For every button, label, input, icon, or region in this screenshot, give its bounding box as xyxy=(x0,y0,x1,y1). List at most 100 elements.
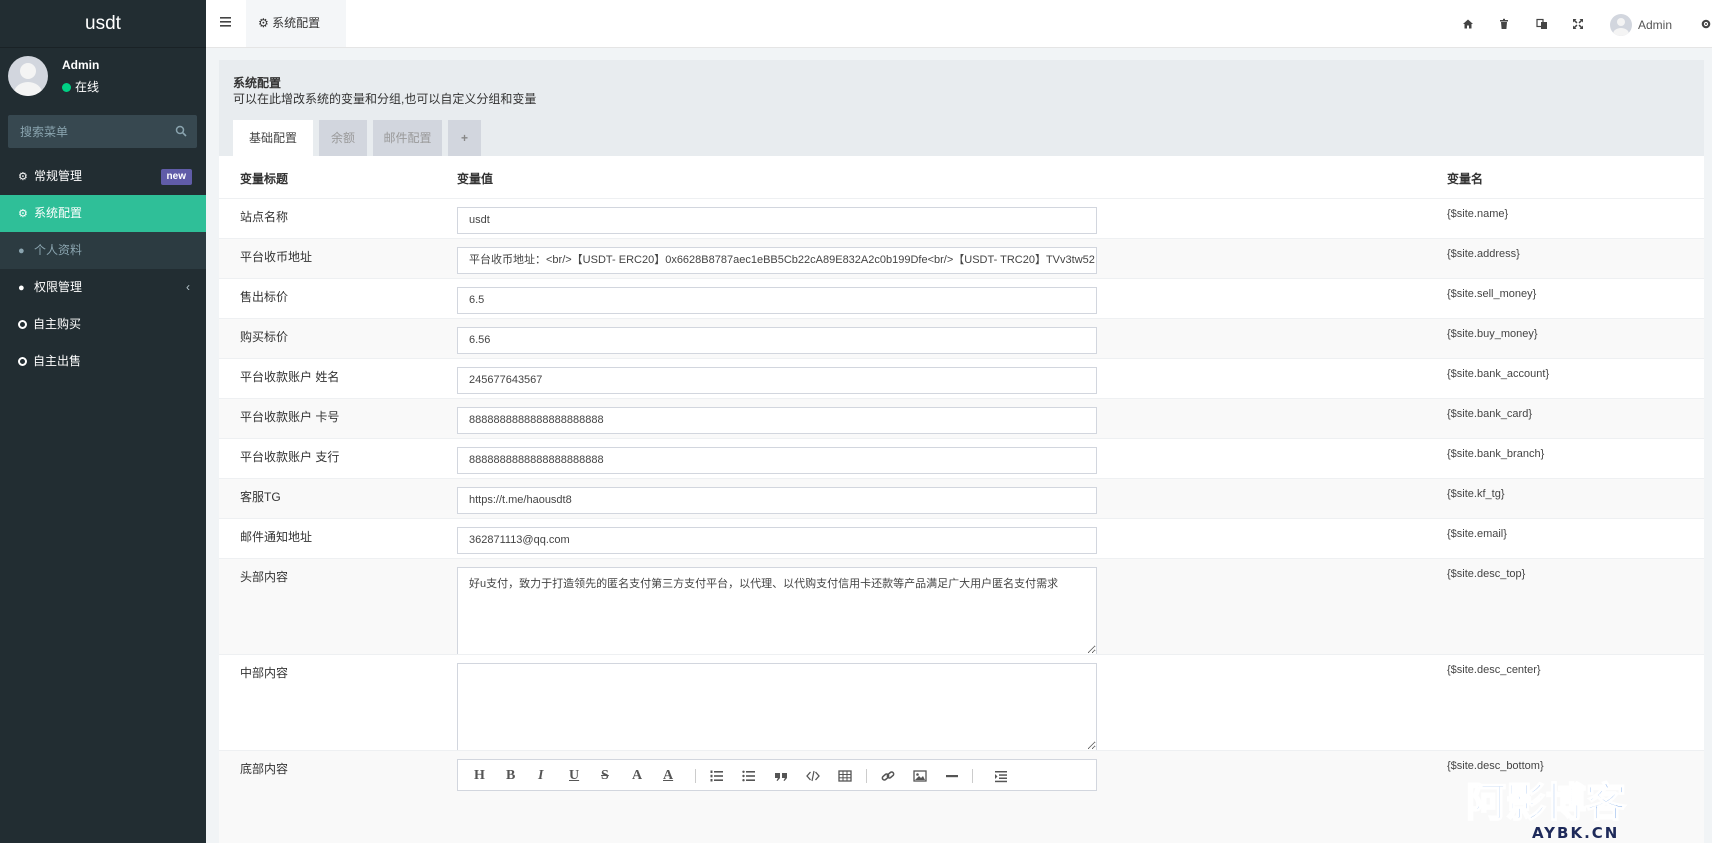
row-var-name: {$site.bank_account} xyxy=(1447,368,1550,380)
watermark-sub: AYBK.CN xyxy=(1532,824,1619,842)
row-label: 售出标价 xyxy=(240,290,289,304)
row-var-name: {$site.desc_center} xyxy=(1447,664,1541,676)
sidebar-item-self-sell[interactable]: 自主出售 xyxy=(0,343,206,380)
chevron-left-icon: ‹ xyxy=(186,280,190,294)
table-row: 头部内容 好u支付，致力于打造领先的匿名支付第三方支付平台，以代理、以代购支付信… xyxy=(219,558,1704,655)
underline-button[interactable]: U xyxy=(569,768,579,784)
table-row: 平台收款账户 卡号 8888888888888888888888 {$site.… xyxy=(219,398,1704,438)
language-icon[interactable] xyxy=(1536,18,1548,30)
top-user-name[interactable]: Admin xyxy=(1638,18,1672,32)
italic-button[interactable]: I xyxy=(538,768,543,784)
link-icon[interactable] xyxy=(881,769,895,783)
gears-icon: ⚙ xyxy=(18,171,28,183)
rich-editor-toolbar: H B I U S A A xyxy=(457,759,1097,791)
bank-account-input[interactable]: 245677643567 xyxy=(457,367,1097,394)
horizontal-rule-icon[interactable] xyxy=(945,769,959,783)
bold-button[interactable]: B xyxy=(506,768,515,784)
tab-basic-config[interactable]: 基础配置 xyxy=(233,120,313,156)
user-status-label: 在线 xyxy=(75,80,100,94)
gear-icon: ⚙ xyxy=(258,16,273,30)
sidebar-item-permissions[interactable]: ● 权限管理 ‹ xyxy=(0,269,206,306)
strikethrough-button[interactable]: S xyxy=(601,768,609,784)
toolbar-divider xyxy=(972,769,973,783)
header-value: 变量值 xyxy=(457,172,494,186)
site-address-input[interactable]: 平台收币地址：<br/>【USDT- ERC20】0x6628B8787aec1… xyxy=(457,247,1097,274)
tab-system-config[interactable]: ⚙ 系统配置 xyxy=(246,0,346,47)
row-label: 站点名称 xyxy=(240,210,289,224)
unordered-list-icon[interactable] xyxy=(742,769,756,783)
circle-icon xyxy=(18,320,27,329)
desc-top-textarea[interactable]: 好u支付，致力于打造领先的匿名支付第三方支付平台，以代理、以代购支付信用卡还款等… xyxy=(457,567,1097,655)
search-icon[interactable] xyxy=(175,125,187,137)
toolbar-divider xyxy=(695,769,696,783)
menu-search-input[interactable] xyxy=(8,115,158,148)
site-name-input[interactable]: usdt xyxy=(457,207,1097,234)
kf-tg-input[interactable]: https://t.me/haousdt8 xyxy=(457,487,1097,514)
menu-search xyxy=(8,115,197,148)
user-panel: Admin 在线 xyxy=(0,48,206,114)
bank-branch-input[interactable]: 8888888888888888888888 xyxy=(457,447,1097,474)
sell-price-input[interactable]: 6.5 xyxy=(457,287,1097,314)
sidebar-item-label: 常规管理 xyxy=(34,169,83,183)
config-panel: 系统配置 可以在此增改系统的变量和分组,也可以自定义分组和变量 基础配置 余额 … xyxy=(219,60,1704,843)
tab-add[interactable]: + xyxy=(448,120,481,156)
row-var-name: {$site.desc_bottom} xyxy=(1447,760,1544,772)
sidebar-item-system-config[interactable]: ⚙ 系统配置 xyxy=(0,195,206,232)
header-name: 变量名 xyxy=(1447,172,1484,186)
row-label: 客服TG xyxy=(240,490,281,504)
tab-balance[interactable]: 余额 xyxy=(319,120,367,156)
top-navbar: ⚙ 系统配置 Admin xyxy=(206,0,1712,48)
row-var-name: {$site.bank_branch} xyxy=(1447,448,1545,460)
user-avatar xyxy=(8,56,48,96)
settings-icon[interactable] xyxy=(1700,18,1712,30)
code-icon[interactable] xyxy=(806,769,820,783)
sidebar-item-self-buy[interactable]: 自主购买 xyxy=(0,306,206,343)
tab-mail-config[interactable]: 邮件配置 xyxy=(373,120,442,156)
page-subtitle: 可以在此增改系统的变量和分组,也可以自定义分组和变量 xyxy=(233,92,537,106)
brand-logo[interactable]: usdt xyxy=(0,0,206,48)
buy-price-input[interactable]: 6.56 xyxy=(457,327,1097,354)
trash-icon[interactable] xyxy=(1498,18,1510,30)
top-avatar[interactable] xyxy=(1610,14,1632,36)
heading-button[interactable]: H xyxy=(474,768,485,784)
table-row: 平台收款账户 姓名 245677643567 {$site.bank_accou… xyxy=(219,358,1704,398)
table-row: 邮件通知地址 362871113@qq.com {$site.email} xyxy=(219,518,1704,558)
indent-icon[interactable] xyxy=(994,769,1008,783)
row-label: 邮件通知地址 xyxy=(240,530,313,544)
hamburger-icon[interactable] xyxy=(220,16,232,28)
sidebar-menu: ⚙ 常规管理 new ⚙ 系统配置 ● 个人资料 ● 权限管理 ‹ 自主购买 自主出售 xyxy=(0,158,206,380)
row-label: 平台收款账户 卡号 xyxy=(240,410,340,424)
table-icon[interactable] xyxy=(838,769,852,783)
sidebar-item-profile[interactable]: ● 个人资料 xyxy=(0,232,206,269)
sidebar-item-label: 自主出售 xyxy=(33,354,82,368)
font-color-button[interactable]: A xyxy=(632,768,642,784)
background-color-button[interactable]: A xyxy=(663,768,673,784)
new-badge: new xyxy=(160,169,192,185)
sidebar-item-label: 自主购买 xyxy=(33,317,82,331)
row-var-name: {$site.email} xyxy=(1447,528,1507,540)
sidebar-item-label: 系统配置 xyxy=(34,206,83,220)
row-var-name: {$site.kf_tg} xyxy=(1447,488,1505,500)
image-icon[interactable] xyxy=(913,769,927,783)
bank-card-input[interactable]: 8888888888888888888888 xyxy=(457,407,1097,434)
table-row: 站点名称 usdt {$site.name} xyxy=(219,198,1704,238)
sidebar-item-general[interactable]: ⚙ 常规管理 new xyxy=(0,158,206,195)
row-label: 头部内容 xyxy=(240,570,289,584)
ordered-list-icon[interactable] xyxy=(710,769,724,783)
row-label: 底部内容 xyxy=(240,762,289,776)
table-row: 售出标价 6.5 {$site.sell_money} xyxy=(219,278,1704,318)
desc-center-textarea[interactable] xyxy=(457,663,1097,751)
home-icon[interactable] xyxy=(1462,18,1474,30)
header-title: 变量标题 xyxy=(240,172,289,186)
email-input[interactable]: 362871113@qq.com xyxy=(457,527,1097,554)
circle-icon xyxy=(18,357,27,366)
watermark-text: 阿影博客 xyxy=(1466,780,1626,826)
row-label: 平台收款账户 支行 xyxy=(240,450,340,464)
fullscreen-icon[interactable] xyxy=(1572,18,1584,30)
quote-icon[interactable] xyxy=(774,769,788,783)
page-title: 系统配置 xyxy=(233,76,282,90)
table-row: 购买标价 6.56 {$site.buy_money} xyxy=(219,318,1704,358)
users-icon: ● xyxy=(18,282,25,294)
gear-icon: ⚙ xyxy=(18,208,28,220)
toolbar-divider xyxy=(866,769,867,783)
